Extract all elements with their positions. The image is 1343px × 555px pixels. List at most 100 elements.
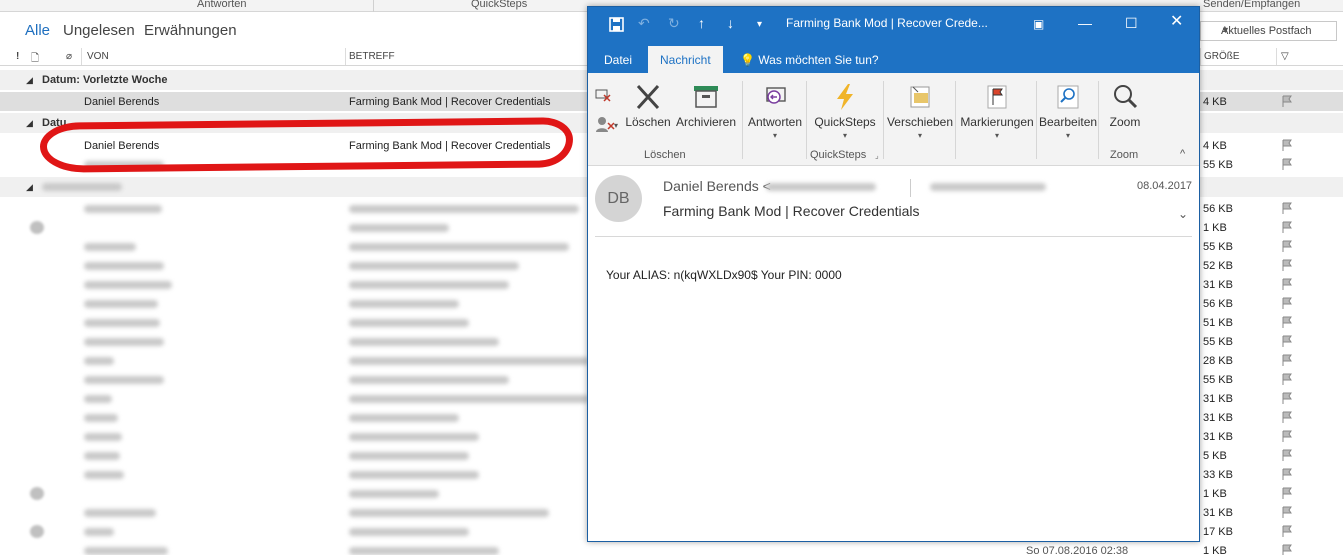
edit-button[interactable]: Bearbeiten ▾: [1039, 83, 1097, 140]
chevron-down-icon: ▾: [842, 131, 847, 140]
row-size: 4 KB: [1203, 96, 1227, 108]
group-label-delete: Löschen: [644, 149, 686, 161]
redacted-group-label: [42, 183, 122, 191]
archive-button[interactable]: Archivieren: [674, 83, 738, 129]
importance-column-icon[interactable]: !: [16, 51, 19, 62]
message-date: 08.04.2017: [1137, 180, 1193, 192]
group-label-quicksteps: QuickSteps: [471, 0, 528, 10]
flag-icon[interactable]: [1281, 139, 1293, 151]
undo-icon[interactable]: ↶: [638, 15, 650, 31]
tell-me-box[interactable]: 💡 Was möchten Sie tun?: [728, 46, 891, 73]
previous-item-icon[interactable]: ↑: [698, 15, 705, 31]
redacted-subject: [349, 281, 509, 289]
flag-icon[interactable]: [1281, 240, 1293, 252]
avatar: [30, 525, 44, 538]
flag-icon[interactable]: [1281, 221, 1293, 233]
lightbulb-icon: 💡: [740, 53, 759, 67]
group-label-senden: Senden/Empfangen: [1203, 0, 1301, 10]
collapse-ribbon-icon[interactable]: ^: [1180, 148, 1185, 160]
column-size[interactable]: GRÖßE: [1204, 51, 1240, 62]
filter-mentions[interactable]: Erwähnungen: [144, 22, 237, 39]
ignore-icon[interactable]: [594, 87, 612, 103]
row-size: 28 KB: [1203, 355, 1233, 367]
flag-icon[interactable]: [1281, 487, 1293, 499]
flag-icon[interactable]: [1281, 202, 1293, 214]
flag-filter-icon[interactable]: ▽: [1281, 51, 1289, 62]
dialog-launcher-icon[interactable]: ⌟: [875, 151, 879, 160]
sender-name[interactable]: Daniel Berends <: [663, 178, 771, 194]
collapse-triangle-icon[interactable]: ◢: [26, 118, 33, 129]
flag-icon[interactable]: [1281, 316, 1293, 328]
reply-button[interactable]: Antworten ▾: [745, 83, 805, 140]
redacted-subject: [349, 300, 459, 308]
flag-icon[interactable]: [1281, 468, 1293, 480]
document-icon[interactable]: 🗋: [31, 51, 39, 68]
redacted-from: [84, 161, 164, 169]
group-label-antworten: Antworten: [197, 0, 247, 10]
delete-icon: [636, 84, 660, 110]
column-from[interactable]: VON: [87, 51, 109, 62]
redacted-subject: [349, 509, 549, 517]
search-scope-dropdown[interactable]: Aktuelles Postfach ▼: [1200, 21, 1337, 41]
flag-icon[interactable]: [1281, 158, 1293, 170]
flag-icon[interactable]: [1281, 354, 1293, 366]
move-button[interactable]: Verschieben ▾: [886, 83, 954, 140]
flag-icon[interactable]: [1281, 411, 1293, 423]
redo-icon[interactable]: ↻: [668, 15, 680, 31]
quicksteps-button[interactable]: QuickSteps ▾: [810, 83, 880, 140]
message-window: ↶ ↻ ↑ ↓ ▾ Farming Bank Mod | Recover Cre…: [587, 6, 1200, 542]
flag-icon[interactable]: [1281, 373, 1293, 385]
flag-icon[interactable]: [1281, 544, 1293, 555]
flag-icon[interactable]: [1281, 95, 1293, 107]
chevron-down-icon[interactable]: ⌄: [1178, 207, 1188, 221]
flag-icon[interactable]: [1281, 278, 1293, 290]
ribbon-display-icon[interactable]: ▣: [1033, 16, 1044, 32]
archive-label: Archivieren: [675, 115, 737, 129]
save-icon[interactable]: [609, 17, 624, 32]
column-subject[interactable]: BETREFF: [349, 51, 395, 62]
flag-icon[interactable]: [1281, 297, 1293, 309]
ribbon-tabs: Datei Nachricht 💡 Was möchten Sie tun?: [588, 42, 1199, 73]
collapse-triangle-icon[interactable]: ◢: [26, 182, 33, 193]
chevron-down-icon[interactable]: ▾: [614, 121, 618, 130]
junk-icon[interactable]: [594, 115, 616, 133]
tab-file[interactable]: Datei: [592, 46, 644, 73]
flag-icon[interactable]: [1281, 259, 1293, 271]
flag-icon[interactable]: [1281, 430, 1293, 442]
next-item-icon[interactable]: ↓: [727, 15, 734, 31]
row-size: 52 KB: [1203, 260, 1233, 272]
redacted-subject: [349, 528, 469, 536]
ribbon: ▾ Löschen Archivieren Antworten ▾ QuickS…: [588, 73, 1199, 166]
table-row[interactable]: 1 KB So 07.08.2016 02:38: [0, 541, 1343, 555]
tags-button[interactable]: Markierungen ▾: [958, 83, 1036, 140]
attachment-icon[interactable]: ⌀: [66, 51, 72, 62]
filter-all[interactable]: Alle: [25, 22, 50, 39]
avatar: [30, 221, 44, 234]
filter-unread[interactable]: Ungelesen: [63, 22, 135, 39]
minimize-icon[interactable]: —: [1078, 15, 1092, 31]
flag-icon[interactable]: [1281, 449, 1293, 461]
flag-icon[interactable]: [1281, 525, 1293, 537]
close-icon[interactable]: ✕: [1170, 14, 1183, 30]
redacted-subject: [349, 262, 519, 270]
quick-access-menu-icon[interactable]: ▾: [757, 17, 762, 33]
archive-icon: [694, 86, 718, 108]
flag-icon[interactable]: [1281, 506, 1293, 518]
delete-label: Löschen: [625, 115, 671, 129]
flag-icon[interactable]: [1281, 392, 1293, 404]
row-from: Daniel Berends: [84, 140, 160, 152]
flag-icon[interactable]: [1281, 335, 1293, 347]
row-size: 55 KB: [1203, 374, 1233, 386]
tab-message[interactable]: Nachricht: [648, 46, 723, 73]
delete-button[interactable]: Löschen: [624, 83, 672, 129]
row-size: 51 KB: [1203, 317, 1233, 329]
reply-label: Antworten: [747, 115, 803, 129]
redacted-from: [84, 509, 156, 517]
redacted-recipient: [930, 183, 1046, 191]
zoom-button[interactable]: Zoom: [1102, 83, 1148, 129]
message-header: DB Daniel Berends < 08.04.2017 Farming B…: [588, 167, 1199, 237]
collapse-triangle-icon[interactable]: ◢: [26, 75, 33, 86]
row-from: Daniel Berends: [84, 96, 160, 108]
maximize-icon[interactable]: ☐: [1125, 15, 1138, 31]
redacted-subject: [349, 433, 479, 441]
